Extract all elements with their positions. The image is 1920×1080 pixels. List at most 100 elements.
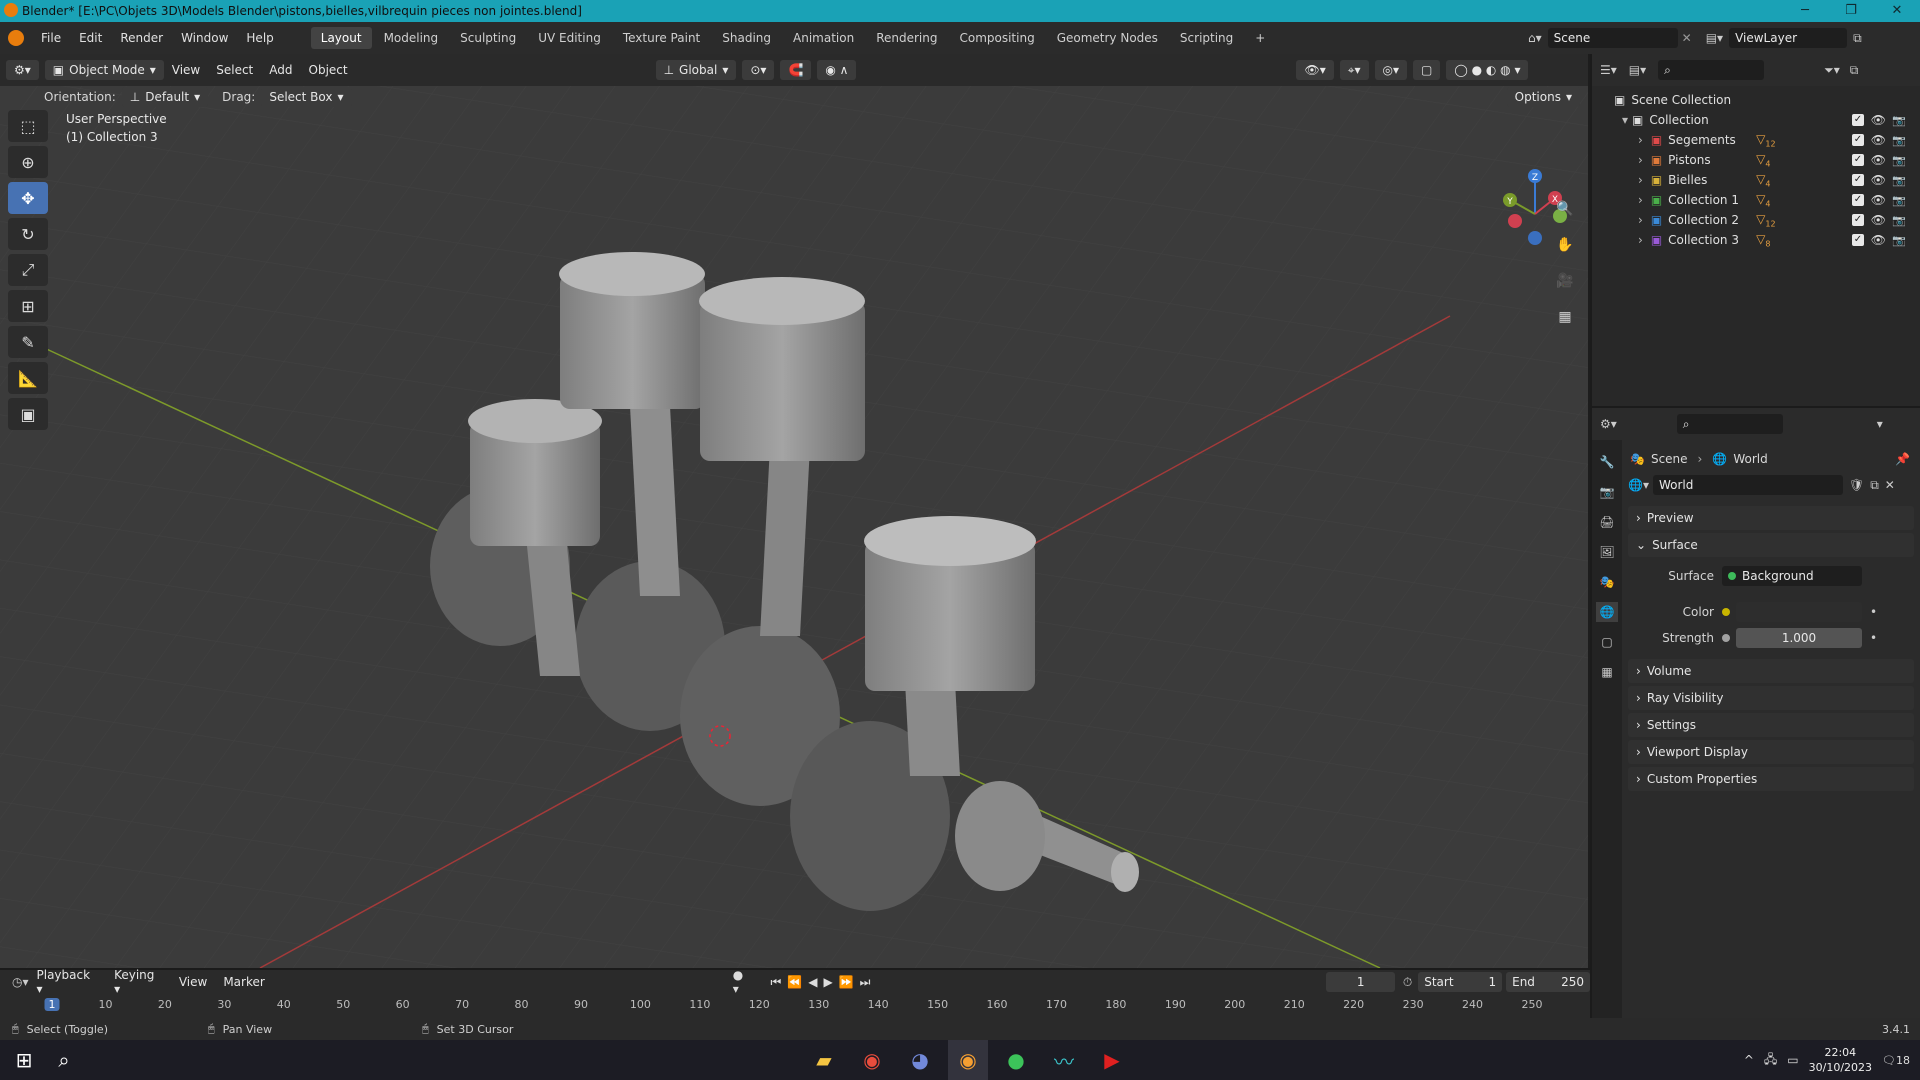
scene-tab-icon[interactable]: 🎭 — [1596, 572, 1618, 592]
network-icon[interactable]: 🖧 — [1764, 1050, 1777, 1071]
visibility-eye-icon[interactable]: 👁 — [1871, 233, 1886, 247]
add-workspace-button[interactable]: + — [1245, 27, 1275, 49]
visibility-eye-icon[interactable]: 👁 — [1871, 133, 1886, 147]
outliner-editor-icon[interactable]: ☰▾ — [1600, 63, 1617, 77]
visibility-eye-icon[interactable]: 👁 — [1871, 153, 1886, 167]
tab-sculpting[interactable]: Sculpting — [450, 27, 526, 49]
fake-user-icon[interactable]: 🛡 — [1849, 478, 1864, 492]
spotify-like-icon[interactable]: ● — [996, 1040, 1036, 1080]
expand-right-icon[interactable]: › — [1638, 233, 1643, 247]
properties-search-input[interactable]: ⌕ — [1676, 414, 1783, 434]
select-box-tool-icon[interactable]: ⬚ — [8, 110, 48, 142]
close-button[interactable]: ✕ — [1874, 0, 1920, 22]
exclude-checkbox[interactable]: ✓ — [1852, 214, 1864, 226]
view-layer-new-icon[interactable]: ⧉ — [1853, 31, 1862, 46]
outliner-item[interactable]: › ▣ Collection 3 ▽8 ✓ 👁 📷 — [1592, 230, 1920, 250]
editor-type-button[interactable]: ⚙▾ — [6, 60, 39, 80]
expand-right-icon[interactable]: › — [1638, 153, 1643, 167]
expand-right-icon[interactable]: › — [1638, 173, 1643, 187]
render-camera-icon[interactable]: 📷 — [1892, 174, 1906, 187]
expand-right-icon[interactable]: › — [1638, 133, 1643, 147]
gizmo-toggle-button[interactable]: ⌖▾ — [1339, 60, 1369, 80]
zoom-icon[interactable]: 🔍 — [1552, 196, 1578, 222]
camera-view-icon[interactable]: 🎥 — [1552, 268, 1578, 294]
view-menu[interactable]: View — [164, 63, 208, 77]
3d-viewport[interactable]: Z Y X — [0, 76, 1588, 968]
view-layer-field[interactable]: ViewLayer — [1729, 28, 1848, 48]
add-cube-tool-icon[interactable]: ▣ — [8, 398, 48, 430]
chrome-icon[interactable]: ◉ — [852, 1040, 892, 1080]
panel-ray-visibility[interactable]: › Ray Visibility — [1628, 686, 1914, 710]
render-camera-icon[interactable]: 📷 — [1892, 194, 1906, 207]
panel-surface[interactable]: ⌄ Surface — [1628, 533, 1914, 557]
timeline-view-menu[interactable]: View — [171, 975, 215, 989]
transform-tool-icon[interactable]: ⊞ — [8, 290, 48, 322]
panel-custom-properties[interactable]: › Custom Properties — [1628, 767, 1914, 791]
transform-orientation-dropdown[interactable]: ⊥ Global ▾ — [655, 60, 737, 80]
blender-app-icon[interactable]: ◉ — [948, 1040, 988, 1080]
world-color-swatch[interactable] — [1736, 602, 1862, 622]
keyframe-dot-icon[interactable]: • — [1870, 631, 1877, 645]
select-menu[interactable]: Select — [208, 63, 261, 77]
move-tool-icon[interactable]: ✥ — [8, 182, 48, 214]
visibility-eye-icon[interactable]: 👁 — [1871, 113, 1886, 127]
search-icon[interactable]: ⌕ — [44, 1040, 84, 1080]
maximize-button[interactable]: ❐ — [1828, 0, 1874, 22]
proportional-edit-button[interactable]: ◉ ∧ — [817, 60, 857, 80]
collection-row[interactable]: ▾ ▣ Collection ✓ 👁 📷 — [1592, 110, 1920, 130]
render-camera-icon[interactable]: 📷 — [1892, 134, 1906, 147]
options-dropdown[interactable]: Options ▾ — [1506, 87, 1580, 107]
visibility-eye-icon[interactable]: 👁 — [1871, 213, 1886, 227]
audio-app-icon[interactable]: 〰 — [1044, 1040, 1084, 1080]
tray-chevron-icon[interactable]: ^ — [1744, 1053, 1754, 1067]
marker-menu[interactable]: Marker — [215, 975, 272, 989]
playback-controls[interactable]: ⏮⏪◀▶⏩⏭ — [771, 975, 877, 990]
duplicate-icon[interactable]: ⧉ — [1870, 478, 1879, 493]
texture-tab-icon[interactable]: ▦ — [1596, 662, 1618, 682]
tab-shading[interactable]: Shading — [712, 27, 781, 49]
xray-toggle-button[interactable]: ▢ — [1413, 60, 1441, 80]
snap-toggle-button[interactable]: 🧲 — [780, 60, 812, 80]
exclude-checkbox[interactable]: ✓ — [1852, 194, 1864, 206]
tab-texture-paint[interactable]: Texture Paint — [613, 27, 710, 49]
frame-ruler[interactable]: 1 10 20 30 40 50 60 70 80 90 100 110 120 130 140 150 160… — [12, 994, 1578, 1016]
menu-help[interactable]: Help — [237, 31, 282, 45]
unlink-icon[interactable]: ✕ — [1885, 478, 1895, 492]
outliner-item[interactable]: › ▣ Collection 2 ▽12 ✓ 👁 📷 — [1592, 210, 1920, 230]
clock[interactable]: 22:04 30/10/2023 — [1809, 1045, 1872, 1075]
media-player-icon[interactable]: ▶ — [1092, 1040, 1132, 1080]
pivot-point-button[interactable]: ⊙▾ — [742, 60, 775, 80]
scene-field[interactable]: Scene — [1547, 28, 1678, 48]
playback-menu[interactable]: Playback ▾ — [29, 968, 107, 996]
outliner-item[interactable]: › ▣ Collection 1 ▽4 ✓ 👁 📷 — [1592, 190, 1920, 210]
scale-tool-icon[interactable]: ⤢ — [8, 254, 48, 286]
new-collection-icon[interactable]: ⧉ — [1850, 63, 1859, 78]
cursor-tool-icon[interactable]: ⊕ — [8, 146, 48, 178]
render-camera-icon[interactable]: 📷 — [1892, 214, 1906, 227]
orientation-dropdown[interactable]: ⊥ Default ▾ — [121, 87, 209, 107]
scene-close-icon[interactable]: ✕ — [1682, 31, 1692, 45]
start-frame-field[interactable]: Start 1 — [1418, 972, 1503, 992]
mode-dropdown[interactable]: ▣ Object Mode ▾ — [44, 60, 164, 80]
outliner-item[interactable]: › ▣ Segements ▽12 ✓ 👁 📷 — [1592, 130, 1920, 150]
expand-down-icon[interactable]: ▾ — [1622, 113, 1628, 127]
timeline-editor-icon[interactable]: ◷▾ — [12, 975, 29, 989]
tab-compositing[interactable]: Compositing — [949, 27, 1044, 49]
minimize-button[interactable]: ─ — [1782, 0, 1828, 22]
keying-menu[interactable]: Keying ▾ — [106, 968, 171, 996]
scene-icon[interactable]: ⌂▾ — [1528, 31, 1542, 45]
options-chevron-icon[interactable]: ▾ — [1877, 417, 1883, 431]
panel-viewport-display[interactable]: › Viewport Display — [1628, 740, 1914, 764]
exclude-checkbox[interactable]: ✓ — [1852, 234, 1864, 246]
pin-icon[interactable]: 📌 — [1895, 452, 1910, 466]
menu-file[interactable]: File — [32, 31, 70, 45]
display-mode-icon[interactable]: ▤▾ — [1629, 63, 1646, 77]
render-camera-icon[interactable]: 📷 — [1892, 114, 1906, 127]
tab-uv-editing[interactable]: UV Editing — [528, 27, 611, 49]
drag-dropdown[interactable]: Select Box ▾ — [261, 87, 352, 107]
strength-field[interactable]: 1.000 — [1736, 628, 1862, 648]
exclude-checkbox[interactable]: ✓ — [1852, 154, 1864, 166]
panel-preview[interactable]: › Preview — [1628, 506, 1914, 530]
menu-window[interactable]: Window — [172, 31, 237, 45]
perspective-toggle-icon[interactable]: ▦ — [1552, 304, 1578, 330]
